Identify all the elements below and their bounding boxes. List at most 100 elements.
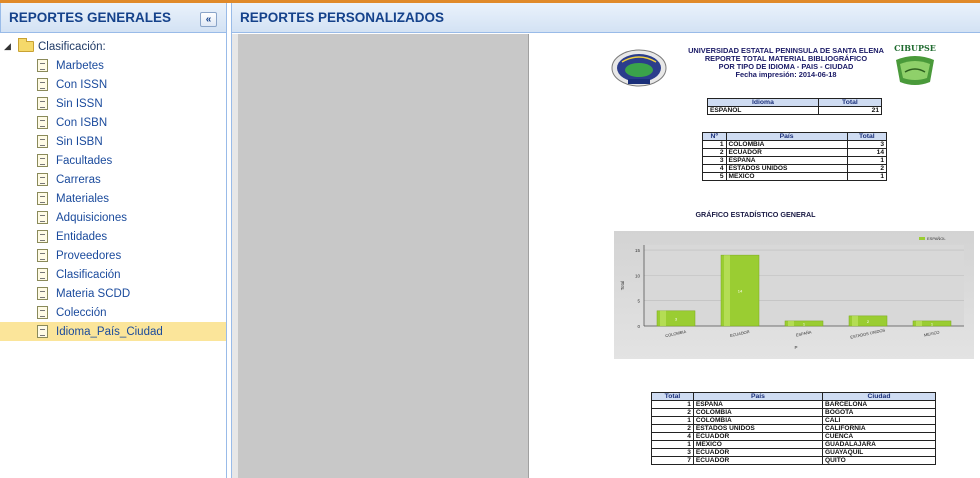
tree-item-label: Clasificación: [56, 268, 121, 281]
table-cell: ESPAÑA: [725, 156, 848, 165]
reportes-generales-header: REPORTES GENERALES: [0, 3, 226, 33]
tree-item[interactable]: Clasificación: [0, 265, 226, 284]
folder-open-icon: [18, 38, 34, 52]
chart-bar-highlight: [852, 315, 858, 326]
legend-swatch: [919, 237, 925, 240]
tree-item-label: Sin ISBN: [56, 135, 103, 148]
table-cell: GUADALAJARA: [821, 440, 937, 449]
tree-root-label: Clasificación:: [38, 40, 106, 53]
tree-item-label: Con ISBN: [56, 116, 108, 129]
x-category-label: ESPAÑA: [795, 329, 812, 337]
table-cell: 21: [817, 106, 883, 115]
tree-item-label: Sin ISSN: [56, 97, 103, 110]
document-icon: [37, 325, 48, 338]
tree-item[interactable]: Sin ISBN: [0, 132, 226, 151]
x-category-label: ECUADOR: [729, 329, 750, 338]
y-tick-label: 0: [637, 324, 640, 329]
x-category-label: MEXICO: [923, 329, 939, 337]
y-tick-label: 10: [635, 273, 641, 278]
table-row: 4 ESTADOS UNIDOS 2: [702, 164, 888, 173]
report-tree: ◢ Clasificación: Marbetes Con ISSN Sin ISS…: [0, 33, 226, 341]
tree-item[interactable]: Adquisiciones: [0, 208, 226, 227]
table-cell: ECUADOR: [692, 456, 823, 465]
x-category-label: ESTADOS UNIDOS: [850, 327, 886, 339]
expand-triangle-icon[interactable]: ◢: [4, 41, 14, 52]
table-cell: COLOMBIA: [725, 140, 848, 149]
chart-bar-highlight: [724, 255, 730, 326]
document-icon: [37, 116, 48, 129]
table-cell: 1: [651, 416, 694, 425]
table-cell: 1: [846, 172, 888, 181]
tree-item-label: Facultades: [56, 154, 113, 167]
document-icon: [37, 135, 48, 148]
table-cell: 4: [702, 164, 727, 173]
table-header-cell: Ciudad: [821, 392, 937, 401]
table-cell: ECUADOR: [692, 448, 823, 457]
x-category-label: COLOMBIA: [665, 329, 687, 338]
table-row: ESPAÑOL 21: [707, 106, 883, 115]
table-row: 4 ECUADOR CUENCA: [651, 432, 937, 441]
table-row: 2 ESTADOS UNIDOS CALIFORNIA: [651, 424, 937, 433]
tree-item[interactable]: Materia SCDD: [0, 284, 226, 303]
table-cell: BOGOTA: [821, 408, 937, 417]
document-icon: [37, 154, 48, 167]
document-icon: [37, 287, 48, 300]
tree-item-label: Marbetes: [56, 59, 104, 72]
document-icon: [37, 306, 48, 319]
report-print-date: Fecha impresión: 2014-06-18: [735, 70, 837, 79]
panel-title: REPORTES PERSONALIZADOS: [240, 10, 445, 25]
document-icon: [37, 211, 48, 224]
chart-bar-highlight: [788, 320, 794, 326]
table-cell: 3: [651, 448, 694, 457]
document-icon: [37, 192, 48, 205]
table-cell: COLOMBIA: [692, 408, 823, 417]
tree-item[interactable]: Sin ISSN: [0, 94, 226, 113]
chart-title: GRÁFICO ESTADÍSTICO GENERAL: [695, 210, 816, 219]
table-header-cell: Total: [846, 132, 888, 141]
y-axis-label: Total: [620, 281, 625, 291]
idioma-table: Idioma Total ESPAÑOL 21: [707, 98, 883, 115]
table-cell: 2: [702, 148, 727, 157]
tree-root-clasificacion[interactable]: ◢ Clasificación:: [0, 37, 226, 56]
y-tick-label: 15: [635, 248, 641, 253]
collapse-panel-button[interactable]: «: [200, 12, 217, 27]
table-cell: 2: [651, 408, 694, 417]
report-page: UNIVERSIDAD ESTATAL PENINSULA DE SANTA E…: [530, 34, 980, 478]
table-row: 1 COLOMBIA 3: [702, 140, 888, 149]
tree-item-label: Idioma_País_Ciudad: [56, 325, 163, 338]
table-header-cell: Nº: [702, 132, 727, 141]
tree-item[interactable]: Con ISSN: [0, 75, 226, 94]
table-header-cell: Idioma: [707, 98, 819, 107]
table-cell: 2: [651, 424, 694, 433]
document-icon: [37, 249, 48, 262]
table-cell: ESTADOS UNIDOS: [692, 424, 823, 433]
ciudad-table: Total País Ciudad 1 ESPAÑA BARCELONA 2 COLOMBI…: [651, 392, 937, 465]
table-cell: CUENCA: [821, 432, 937, 441]
table-cell: CALI: [821, 416, 937, 425]
table-row: 2 COLOMBIA BOGOTA: [651, 408, 937, 417]
tree-item[interactable]: Idioma_País_Ciudad: [0, 322, 226, 341]
tree-item[interactable]: Carreras: [0, 170, 226, 189]
document-icon: [37, 97, 48, 110]
tree-item[interactable]: Facultades: [0, 151, 226, 170]
tree-item[interactable]: Entidades: [0, 227, 226, 246]
reportes-personalizados-panel: REPORTES PERSONALIZADOS UNIVERSIDAD ESTA…: [231, 3, 980, 478]
document-icon: [37, 59, 48, 72]
tree-item[interactable]: Con ISBN: [0, 113, 226, 132]
tree-item[interactable]: Proveedores: [0, 246, 226, 265]
panel-title: REPORTES GENERALES: [9, 10, 172, 25]
table-cell: BARCELONA: [821, 400, 937, 409]
tree-item[interactable]: Colección: [0, 303, 226, 322]
chart-container: 0 5 10 15 Total P 3 COLOMBIA 14 ECUADOR 1 ESPAÑA 2 ES…: [614, 231, 974, 359]
table-cell: 2: [846, 164, 888, 173]
report-title-block: UNIVERSIDAD ESTATAL PENINSULA DE SANTA E…: [666, 47, 906, 79]
table-cell: ECUADOR: [725, 148, 848, 157]
table-cell: 3: [846, 140, 888, 149]
cibupse-logo-text: CIBUPSE: [894, 43, 936, 53]
tree-item[interactable]: Marbetes: [0, 56, 226, 75]
tree-item[interactable]: Materiales: [0, 189, 226, 208]
table-row: 1 ESPAÑA BARCELONA: [651, 400, 937, 409]
table-cell: 1: [846, 156, 888, 165]
reportes-generales-panel: REPORTES GENERALES « ◢ Clasificación: Ma…: [0, 3, 227, 478]
table-cell: 5: [702, 172, 727, 181]
